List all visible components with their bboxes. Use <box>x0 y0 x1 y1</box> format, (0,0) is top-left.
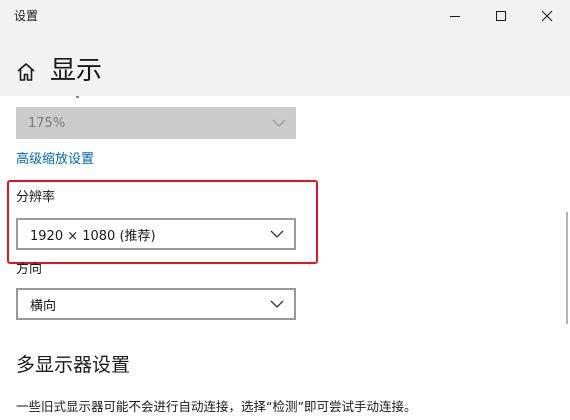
header: 设置 显示 <box>0 0 570 96</box>
minimize-button[interactable] <box>432 0 478 32</box>
chevron-down-icon <box>270 300 284 308</box>
resolution-dropdown-value: 1920 × 1080 (推荐) <box>30 228 156 244</box>
minimize-icon <box>450 16 460 17</box>
advanced-scaling-link[interactable]: 高级缩放设置 <box>16 151 94 169</box>
resolution-label: 分辨率 <box>16 190 56 205</box>
maximize-icon <box>496 11 506 21</box>
chevron-down-icon <box>270 230 284 238</box>
close-button[interactable] <box>524 0 570 32</box>
maximize-button[interactable] <box>478 0 524 32</box>
scrollbar[interactable] <box>566 212 568 324</box>
multi-display-heading: 多显示器设置 <box>16 354 131 376</box>
home-icon[interactable] <box>15 61 37 83</box>
multi-display-description: 一些旧式显示器可能不会进行自动连接，选择“检测”即可尝试手动连接。 <box>16 399 417 414</box>
orientation-dropdown-value: 横向 <box>30 298 57 314</box>
close-icon <box>541 10 553 22</box>
scale-dropdown[interactable]: 175% <box>16 107 296 139</box>
orientation-dropdown[interactable]: 横向 <box>16 288 296 320</box>
resolution-dropdown[interactable]: 1920 × 1080 (推荐) <box>16 218 296 250</box>
orientation-label: 方向 <box>16 262 43 277</box>
scale-dropdown-value: 175% <box>28 115 66 131</box>
settings-window: 设置 显示 175% 高级缩放设置 分辨率 1920 × 1080 (推荐) 方… <box>0 0 570 420</box>
page-title: 显示 <box>50 56 103 86</box>
scroll-indicator <box>76 96 79 98</box>
window-title: 设置 <box>14 9 39 23</box>
chevron-down-icon <box>272 119 286 127</box>
